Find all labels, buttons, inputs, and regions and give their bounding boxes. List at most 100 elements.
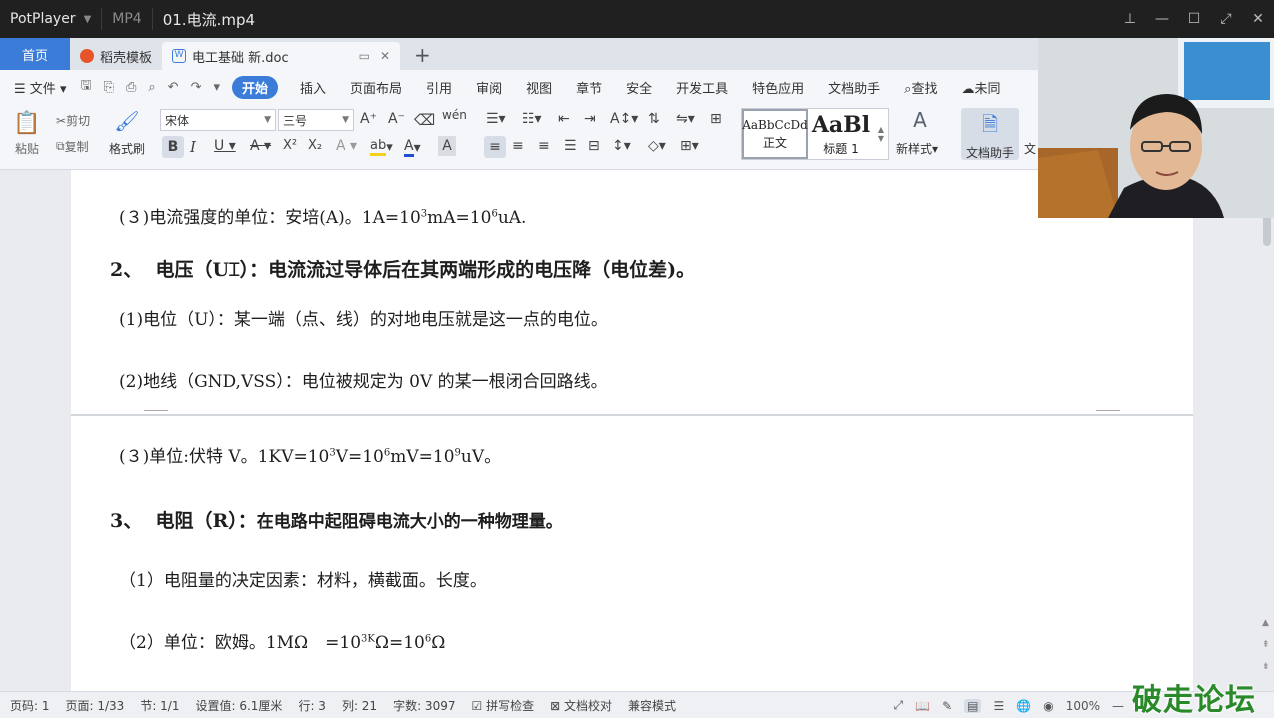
menu-special[interactable]: 特色应用 — [752, 78, 804, 97]
italic-icon[interactable]: I — [190, 138, 196, 156]
cut-button[interactable]: ✂ 剪切 — [56, 112, 90, 129]
doc-more-label[interactable]: 文 — [1024, 140, 1036, 157]
grow-font-icon[interactable]: A⁺ — [360, 111, 377, 127]
menu-start[interactable]: 开始 — [232, 75, 279, 99]
decrease-indent-icon[interactable]: ⇤ — [558, 111, 570, 127]
tab-close-icon[interactable]: ✕ — [380, 49, 390, 63]
font-color-icon[interactable]: A ▾ — [404, 138, 421, 157]
eye-protect-icon[interactable]: ◉ — [1043, 699, 1053, 713]
quick-access-dropdown-icon[interactable]: ▾ — [213, 80, 220, 95]
fullscreen-icon[interactable]: ⤢ — [1210, 11, 1242, 27]
style-normal[interactable]: AaBbCcDd 正文 — [742, 109, 808, 159]
spell-check-button[interactable]: ☑ 拼写检查 — [471, 697, 534, 714]
format-painter-button[interactable]: 格式刷 — [106, 140, 148, 157]
tab-document[interactable]: W 电工基础 新.doc ▭ ✕ — [162, 42, 401, 70]
clear-format-icon[interactable]: ⌫ — [414, 111, 435, 129]
text-direction-icon[interactable]: A↕▾ — [610, 111, 638, 127]
page-down-icon[interactable]: ⇟ — [1262, 662, 1270, 672]
reading-view-icon[interactable]: 📖 — [915, 699, 930, 713]
style-heading1[interactable]: AaBl 标题 1 — [808, 109, 874, 159]
menu-search[interactable]: ⌕查找 — [904, 78, 937, 97]
status-page-number[interactable]: 页码: 1 — [10, 697, 50, 714]
save-icon[interactable]: 🖫 — [80, 76, 91, 98]
new-style-button[interactable]: 新样式 ▾ — [896, 140, 938, 157]
potplayer-brand[interactable]: PotPlayer — [0, 11, 76, 27]
status-section[interactable]: 节: 1/1 — [140, 697, 179, 714]
menu-page-layout[interactable]: 页面布局 — [350, 78, 402, 97]
justify-icon[interactable]: ☰ — [564, 138, 577, 154]
pop-out-icon[interactable]: ▭ — [359, 49, 370, 63]
menu-sync-status[interactable]: ☁未同 — [961, 78, 1000, 97]
paste-button[interactable]: 粘贴 — [10, 140, 44, 157]
align-right-icon[interactable]: ≡ — [538, 138, 550, 154]
web-view-icon[interactable]: 🌐 — [1016, 699, 1031, 713]
menu-review[interactable]: 审阅 — [476, 78, 502, 97]
document-canvas[interactable]: (３)电流强度的单位：安培(A)。1A=103mA=106uA. 2、 电压（U… — [0, 170, 1274, 691]
font-family-select[interactable]: 宋体 ▼ — [160, 109, 276, 131]
vertical-scrollbar[interactable]: ▲ ⇞ ⇟ — [1260, 170, 1274, 691]
status-word-count[interactable]: 字数: 3097 — [393, 697, 455, 714]
menu-references[interactable]: 引用 — [426, 78, 452, 97]
table-icon[interactable]: ⊞ — [710, 111, 722, 127]
new-tab-icon[interactable]: + — [414, 40, 431, 70]
sort-icon[interactable]: ⇅ — [648, 111, 660, 127]
align-left-icon[interactable]: ≡ — [484, 136, 506, 158]
menu-insert[interactable]: 插入 — [300, 78, 326, 97]
borders-icon[interactable]: ⊞▾ — [680, 138, 699, 154]
menu-chapter[interactable]: 章节 — [576, 78, 602, 97]
chevron-down-icon[interactable]: ▼ — [84, 14, 92, 25]
char-shading-icon[interactable]: A — [438, 136, 456, 156]
copy-button[interactable]: ⧉ 复制 — [56, 138, 89, 155]
outline-view-icon[interactable]: ☰ — [993, 699, 1004, 713]
increase-indent-icon[interactable]: ⇥ — [584, 111, 596, 127]
maximize-icon[interactable]: ☐ — [1178, 11, 1210, 27]
shading-icon[interactable]: ◇▾ — [648, 138, 666, 154]
style-gallery-scroll[interactable]: ▲ ▼ — [874, 109, 888, 159]
highlight-icon[interactable]: ab ▾ — [370, 138, 393, 156]
pin-icon[interactable]: ⊥ — [1114, 11, 1146, 27]
menu-security[interactable]: 安全 — [626, 78, 652, 97]
page-up-icon[interactable]: ⇞ — [1262, 640, 1270, 650]
minimize-icon[interactable]: — — [1146, 11, 1178, 27]
bold-icon[interactable]: B — [162, 136, 184, 158]
menu-view[interactable]: 视图 — [526, 78, 552, 97]
scroll-up-icon[interactable]: ▲ — [1262, 618, 1269, 628]
format-painter-icon[interactable]: 🖌 — [110, 108, 144, 134]
shrink-font-icon[interactable]: A⁻ — [388, 111, 405, 127]
pinyin-guide-icon[interactable]: wén — [442, 108, 467, 122]
paste-icon[interactable]: 📋 — [10, 110, 44, 136]
menu-doc-assistant[interactable]: 文档助手 — [828, 78, 880, 97]
show-marks-icon[interactable]: ⇋▾ — [676, 111, 695, 127]
font-size-select[interactable]: 三号 ▼ — [278, 109, 354, 131]
close-icon[interactable]: ✕ — [1242, 11, 1274, 27]
page-view-icon[interactable]: ▤ — [964, 698, 982, 713]
fullscreen-view-icon[interactable]: ⤢ — [894, 698, 904, 713]
redo-icon[interactable]: ↷ — [191, 80, 202, 95]
doc-assistant-button[interactable]: 🗎 文档助手 — [961, 108, 1019, 160]
line-spacing-icon[interactable]: ↕▾ — [612, 138, 631, 154]
new-style-icon[interactable]: A — [900, 108, 940, 132]
zoom-out-icon[interactable]: — — [1112, 699, 1124, 713]
bullet-list-icon[interactable]: ☰▾ — [486, 111, 506, 127]
superscript-icon[interactable]: X² — [283, 138, 297, 153]
undo-icon[interactable]: ↶ — [168, 80, 179, 95]
numbered-list-icon[interactable]: ☷▾ — [522, 111, 542, 127]
status-setting[interactable]: 设置值: 6.1厘米 — [195, 697, 282, 714]
subscript-icon[interactable]: X₂ — [308, 138, 322, 153]
strikethrough-icon[interactable]: A ▾ — [250, 138, 271, 154]
underline-icon[interactable]: U ▾ — [214, 138, 236, 154]
print-preview-icon[interactable]: ⌕ — [148, 80, 155, 95]
text-effect-icon[interactable]: A ▾ — [336, 138, 357, 154]
proofread-button[interactable]: ⊠ 文档校对 — [550, 697, 612, 714]
write-view-icon[interactable]: ✎ — [942, 699, 952, 713]
distribute-icon[interactable]: ⊟ — [588, 138, 600, 154]
tab-home[interactable]: 首页 — [0, 38, 70, 70]
align-center-icon[interactable]: ≡ — [512, 138, 524, 154]
export-pdf-icon[interactable]: ⎘ — [104, 80, 114, 95]
menu-developer[interactable]: 开发工具 — [676, 78, 728, 97]
menu-file[interactable]: ☰ 文件 ▾ — [14, 78, 66, 97]
tab-template[interactable]: 稻壳模板 — [70, 42, 162, 70]
zoom-level[interactable]: 100% — [1066, 699, 1100, 713]
print-icon[interactable]: ⎙ — [126, 80, 136, 95]
status-pages[interactable]: 页面: 1/33 — [66, 697, 125, 714]
